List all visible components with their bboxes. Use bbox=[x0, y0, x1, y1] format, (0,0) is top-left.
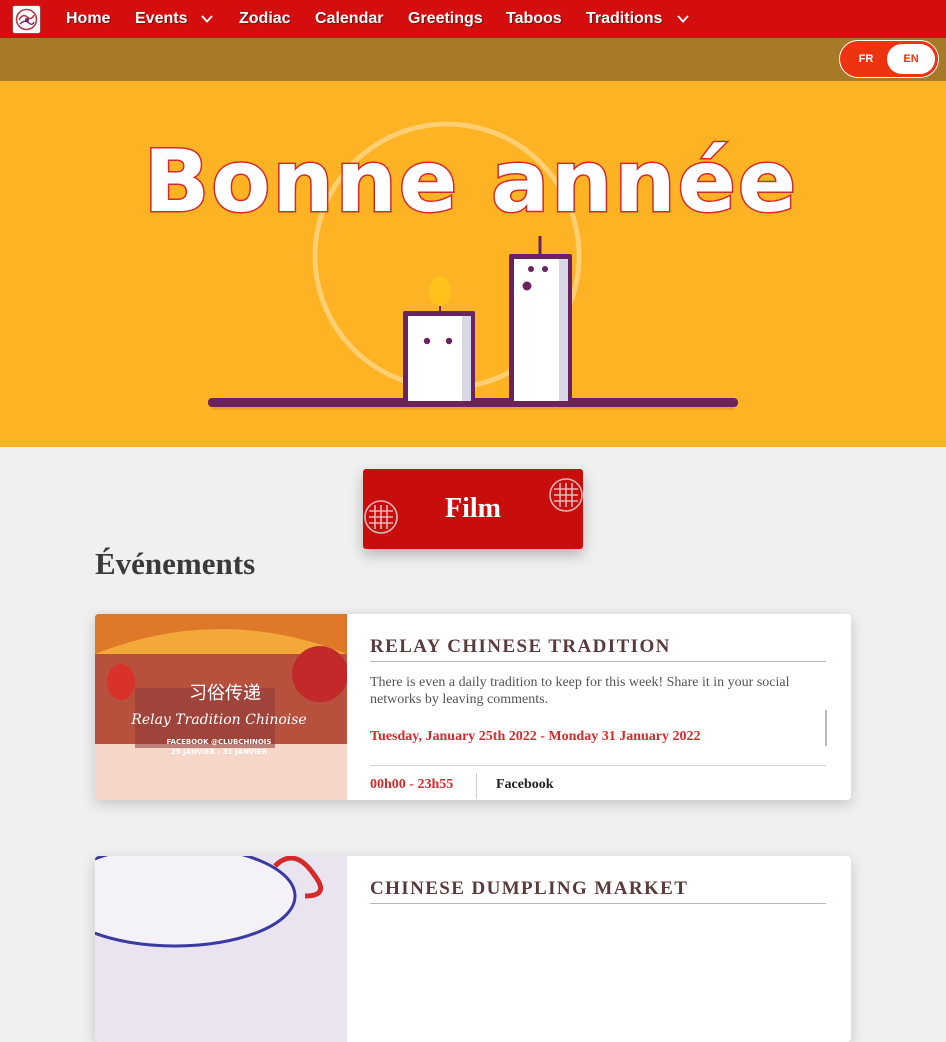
events-section-title: Événements bbox=[95, 546, 256, 581]
event-image-line2: 25 JANVIER - 31 JANVIER bbox=[171, 748, 268, 756]
event-image-caption: Relay Tradition Chinoise bbox=[130, 712, 306, 728]
chevron-down-icon[interactable] bbox=[676, 12, 690, 26]
event-date: Tuesday, January 25th 2022 - Monday 31 J… bbox=[370, 729, 701, 744]
language-option-fr[interactable]: FR bbox=[840, 41, 892, 77]
chevron-down-icon[interactable] bbox=[200, 12, 214, 26]
nav-home[interactable]: Home bbox=[66, 0, 110, 38]
event-image[interactable] bbox=[95, 856, 347, 1042]
event-time: 00h00 - 23h55 bbox=[370, 777, 454, 792]
hero-banner: Bonne année bbox=[0, 81, 946, 447]
hero-title: Bonne année bbox=[144, 132, 799, 232]
nav-greetings[interactable]: Greetings bbox=[408, 0, 483, 38]
nav-events[interactable]: Events bbox=[135, 0, 187, 38]
event-title[interactable]: CHINESE DUMPLING MARKET bbox=[370, 878, 826, 904]
nav-zodiac[interactable]: Zodiac bbox=[239, 0, 291, 38]
event-card[interactable]: CHINESE DUMPLING MARKET bbox=[95, 856, 851, 1042]
top-navbar: Home Events Zodiac Calendar Greetings Ta… bbox=[0, 0, 946, 39]
chinese-club-logo-icon[interactable] bbox=[12, 5, 41, 34]
event-image-chinese-title: 习俗传递 bbox=[189, 683, 261, 704]
event-image-line1: FACEBOOK @CLUBCHINOIS bbox=[167, 738, 272, 746]
tall-candle-icon bbox=[509, 236, 572, 401]
event-title[interactable]: RELAY CHINESE TRADITION bbox=[370, 636, 826, 662]
event-place: Facebook bbox=[496, 777, 554, 792]
sub-header-bar bbox=[0, 38, 946, 81]
event-description: There is even a daily tradition to keep … bbox=[370, 675, 790, 707]
language-option-en-selected[interactable]: EN bbox=[887, 44, 935, 74]
nav-traditions[interactable]: Traditions bbox=[586, 0, 662, 38]
event-image[interactable]: 习俗传递 Relay Tradition Chinoise FACEBOOK @… bbox=[95, 614, 347, 800]
event-card[interactable]: 习俗传递 Relay Tradition Chinoise FACEBOOK @… bbox=[95, 614, 851, 800]
nav-taboos[interactable]: Taboos bbox=[506, 0, 562, 38]
divider bbox=[476, 773, 477, 799]
language-toggle[interactable]: FR EN bbox=[839, 40, 939, 78]
small-candle-icon bbox=[403, 276, 475, 401]
divider bbox=[825, 710, 827, 746]
film-button[interactable]: Film bbox=[363, 469, 583, 549]
divider bbox=[370, 765, 826, 766]
film-button-label: Film bbox=[445, 493, 501, 524]
nav-calendar[interactable]: Calendar bbox=[315, 0, 383, 38]
hero-illustration: Bonne année bbox=[142, 121, 799, 410]
